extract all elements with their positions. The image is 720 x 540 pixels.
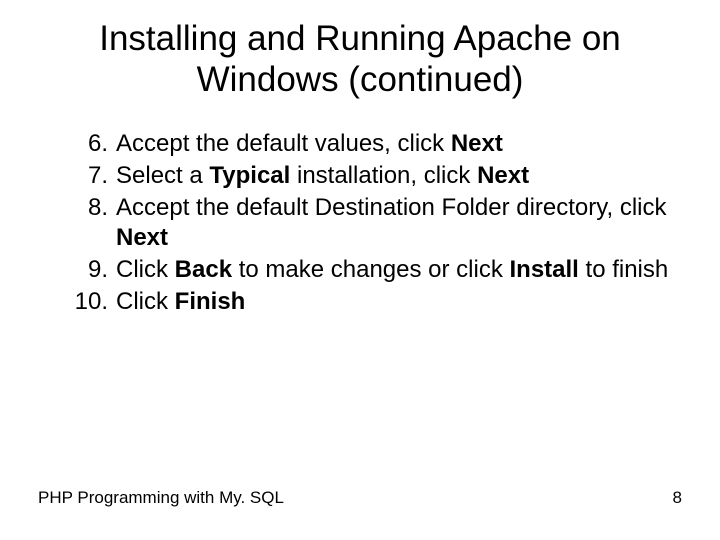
list-item: Click Finish <box>62 287 682 317</box>
page-title: Installing and Running Apache on Windows… <box>38 18 682 101</box>
step-text: Click <box>116 288 175 315</box>
list-item: Click Back to make changes or click Inst… <box>62 255 682 285</box>
list-item: Select a Typical installation, click Nex… <box>62 161 682 191</box>
step-text: to finish <box>579 256 668 283</box>
step-text: Accept the default Destination Folder di… <box>116 194 666 221</box>
step-bold: Finish <box>175 288 246 315</box>
step-text: installation, click <box>290 162 477 189</box>
step-text: Accept the default values, click <box>116 130 451 157</box>
page-number: 8 <box>673 488 682 508</box>
step-text: Select a <box>116 162 209 189</box>
footer: PHP Programming with My. SQL 8 <box>38 488 682 508</box>
step-bold: Typical <box>209 162 290 189</box>
step-bold: Next <box>477 162 529 189</box>
list-item: Accept the default Destination Folder di… <box>62 193 682 253</box>
step-bold: Install <box>510 256 579 283</box>
list-item: Accept the default values, click Next <box>62 129 682 159</box>
slide: Installing and Running Apache on Windows… <box>0 0 720 540</box>
footer-source: PHP Programming with My. SQL <box>38 488 284 507</box>
step-text: Click <box>116 256 175 283</box>
step-text: to make changes or click <box>232 256 509 283</box>
step-bold: Next <box>451 130 503 157</box>
step-bold: Back <box>175 256 232 283</box>
step-bold: Next <box>116 224 168 251</box>
step-list: Accept the default values, click Next Se… <box>38 129 682 317</box>
